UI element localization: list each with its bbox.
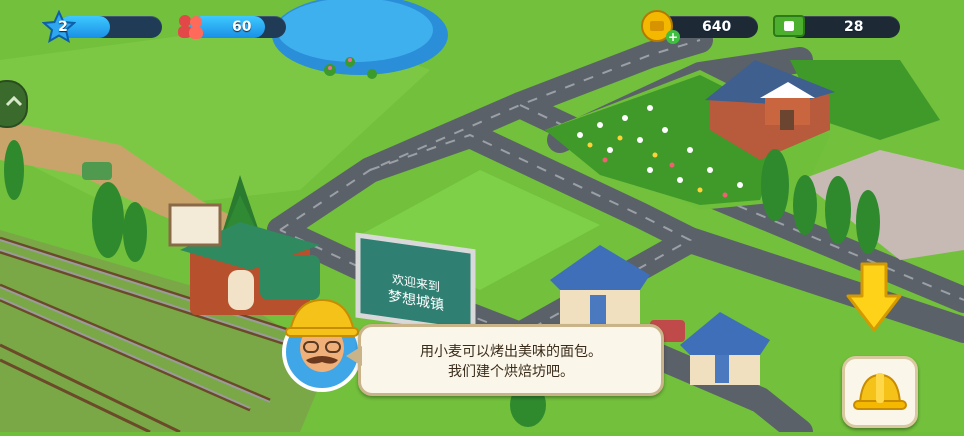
population-bar[interactable]: 60 [176,14,286,40]
dialog-line2: 我们建个烘焙坊吧。 [448,364,574,380]
builder-character-icon [282,298,362,392]
level-value: 2 [58,19,68,35]
chevron-up-icon [5,95,23,107]
dialog-bubble[interactable]: 用小麦可以烤出美味的面包。 我们建个烘焙坊吧。 [358,324,664,396]
add-coins-button[interactable]: + [666,30,680,44]
level-bar[interactable]: 2 [42,10,162,44]
hard-hat-icon [853,373,907,410]
dialog-pointer [346,346,362,366]
build-button[interactable] [842,356,918,428]
coins-bar[interactable]: + 640 [640,10,758,44]
people-icon [178,15,203,39]
down-arrow-icon [846,262,902,332]
hint-arrow[interactable] [846,262,902,334]
dialog-line1: 用小麦可以烤出美味的面包。 [420,344,602,360]
cash-bar[interactable]: 28 [772,13,900,41]
advisor-avatar[interactable] [276,296,368,392]
population-value: 60 [232,19,252,35]
cash-value: 28 [844,19,864,35]
cash-icon [773,15,805,37]
coins-value: 640 [702,19,732,35]
